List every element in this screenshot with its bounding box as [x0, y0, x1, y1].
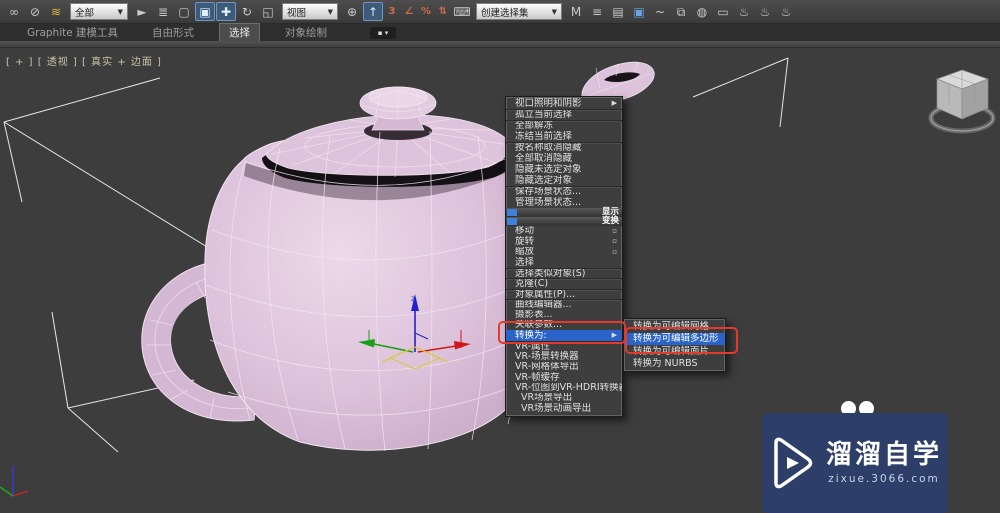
select-and-manipulate-icon[interactable]: ↑	[363, 2, 383, 21]
curve-editor-icon[interactable]: ~	[650, 2, 670, 21]
bind-to-space-warp-icon[interactable]: ≋	[46, 2, 66, 21]
menu-item-unhide-by-name[interactable]: 按名称取消隐藏	[506, 142, 622, 153]
angle-snap-icon[interactable]: ∠	[401, 2, 417, 21]
watermark-title: 溜溜自学	[825, 440, 942, 471]
ribbon-collapsed-strip	[0, 41, 1000, 48]
quad-color-swatch	[507, 209, 517, 216]
menu-item-rotate[interactable]: 旋转 ▫	[506, 236, 622, 246]
world-axis-tripod	[0, 466, 29, 497]
quad-color-swatch	[507, 218, 517, 225]
menu-item-select-similar[interactable]: 选择类似对象(S)	[506, 267, 622, 278]
menu-item-hide-selection[interactable]: 隐藏选定对象	[506, 175, 622, 186]
menu-item-vr-scene-export[interactable]: VR场景导出	[506, 393, 622, 403]
menu-item-clone[interactable]: 克隆(C)	[506, 278, 622, 288]
menu-item-settings-icon: ▫	[612, 247, 617, 256]
viewport-label[interactable]: [ + ] [ 透视 ] [ 真实 + 边面 ]	[6, 53, 162, 68]
menu-item-vr-bitmap-to-hdri-converter[interactable]: VR-位图到VR-HDRI转换器	[506, 383, 622, 393]
spinner-snap-icon[interactable]: ⇅	[435, 2, 451, 21]
gizmo-z-label: z	[411, 294, 415, 303]
menu-item-curve-editor[interactable]: 曲线编辑器...	[506, 299, 622, 309]
menu-item-unhide-all[interactable]: 全部取消隐藏	[506, 153, 622, 164]
watermark: 溜溜自学 zixue.3066.com	[762, 413, 948, 513]
render-setup-icon[interactable]: ◍	[692, 2, 712, 21]
percent-snap-icon[interactable]: %	[418, 2, 434, 21]
schematic-view-icon[interactable]: ⧉	[671, 2, 691, 21]
tab-selection[interactable]: 选择	[219, 23, 261, 42]
submenu-arrow-icon: ▶	[611, 99, 617, 107]
chevron-down-icon: ▼	[551, 7, 557, 16]
menu-item-object-properties[interactable]: 对象属性(P)...	[506, 288, 622, 299]
teapot-body	[204, 133, 528, 451]
menu-item-isolate-selection[interactable]: 孤立当前选择	[506, 109, 622, 120]
menu-item-settings-icon: ▫	[612, 226, 617, 235]
quad-context-menu: 视口照明和阴影 ▶ 孤立当前选择 全部解冻 冻结当前选择 按名称取消隐藏 全部取…	[505, 96, 623, 417]
main-toolbar: ∞ ⊘ ≋ 全部 ▼ ► ≣ ▢ ▣ ✚ ↻ ◱ 视图 ▼ ⊕ ↑ 3 ∠% ⇅ ⌨ 创建选择集 ▼ M ≡…	[0, 0, 1000, 24]
selection-region-icon[interactable]: ▢	[174, 2, 194, 21]
layer-manager-icon[interactable]: ▤	[608, 2, 628, 21]
menu-item-vr-scene-converter[interactable]: VR-场景转换器	[506, 351, 622, 361]
watermark-url: zixue.3066.com	[828, 472, 940, 485]
menu-item-viewport-lighting-shadows[interactable]: 视口照明和阴影 ▶	[506, 98, 622, 109]
selection-brackets	[3, 57, 789, 453]
select-and-scale-icon[interactable]: ◱	[258, 2, 278, 21]
keyboard-override-icon[interactable]: ⌨	[452, 2, 472, 21]
chevron-down-icon: ▼	[117, 7, 123, 16]
teapot-lid	[265, 114, 511, 176]
tab-freeform[interactable]: 自由形式	[143, 24, 203, 41]
menu-item-vr-mesh-export[interactable]: VR-网格体导出	[506, 362, 622, 372]
menu-item-move[interactable]: 移动 ▫	[506, 226, 622, 236]
menu-item-save-scene-state[interactable]: 保存场景状态...	[506, 186, 622, 197]
select-by-name-icon[interactable]: ≣	[153, 2, 173, 21]
ribbon-minimize-button[interactable]: ▪ ▾	[370, 26, 397, 39]
ribbon-tab-bar: Graphite 建模工具 自由形式 选择 对象绘制 ▪ ▾	[0, 23, 1000, 42]
menu-item-settings-icon: ▫	[612, 237, 617, 246]
viewcube[interactable]	[928, 69, 996, 134]
select-and-link-icon[interactable]: ∞	[4, 2, 24, 21]
annotation-box-convert-to	[498, 321, 626, 344]
rendered-frame-window-icon[interactable]: ▭	[713, 2, 733, 21]
teapot-handle	[141, 259, 257, 422]
selection-filter-dropdown[interactable]: 全部 ▼	[70, 3, 128, 20]
menu-item-select[interactable]: 选择	[506, 257, 622, 267]
3dsmax-application: ∞ ⊘ ≋ 全部 ▼ ► ≣ ▢ ▣ ✚ ↻ ◱ 视图 ▼ ⊕ ↑ 3 ∠% ⇅ ⌨ 创建选择集 ▼ M ≡…	[0, 0, 1000, 513]
select-and-rotate-icon[interactable]: ↻	[237, 2, 257, 21]
break-link-icon[interactable]: ⊘	[25, 2, 45, 21]
menu-item-unfreeze-all[interactable]: 全部解冻	[506, 120, 622, 131]
menu-item-hide-unselected[interactable]: 隐藏未选定对象	[506, 164, 622, 175]
teapot-handle-hole	[171, 290, 256, 395]
move-gizmo[interactable]: z	[358, 294, 471, 370]
named-selection-set-dropdown[interactable]: 创建选择集 ▼	[476, 3, 562, 20]
teapot-lid-knob	[359, 86, 437, 120]
snap-toggle-3d-icon[interactable]: 3	[384, 2, 400, 21]
quad-header-transform[interactable]: 变换	[506, 217, 622, 226]
menu-item-vr-frame-buffer[interactable]: VR-帧缓存	[506, 372, 622, 382]
tab-object-paint[interactable]: 对象绘制	[276, 24, 336, 41]
menu-item-dope-sheet[interactable]: 摄影表...	[506, 310, 622, 320]
select-object-icon[interactable]: ►	[132, 2, 152, 21]
render-iterative-icon[interactable]: ♨	[755, 2, 775, 21]
scene-explorer-icon[interactable]: ▣	[629, 2, 649, 21]
menu-item-scale[interactable]: 缩放 ▫	[506, 247, 622, 257]
align-icon[interactable]: ≡	[587, 2, 607, 21]
menu-item-vr-scene-anim-export[interactable]: VR场景动画导出	[506, 403, 622, 413]
play-logo-icon	[774, 437, 813, 489]
render-production-icon[interactable]: ♨	[734, 2, 754, 21]
tab-graphite-modeling[interactable]: Graphite 建模工具	[18, 24, 127, 41]
annotation-box-editable-poly	[625, 327, 738, 354]
select-and-move-icon[interactable]: ✚	[216, 2, 236, 21]
mirror-icon[interactable]: M	[566, 2, 586, 21]
window-crossing-toggle-icon[interactable]: ▣	[195, 2, 215, 21]
use-pivot-center-icon[interactable]: ⊕	[342, 2, 362, 21]
submenu-item-convert-to-nurbs[interactable]: 转换为 NURBS	[624, 358, 725, 371]
chevron-down-icon: ▼	[327, 7, 333, 16]
menu-item-freeze-selection[interactable]: 冻结当前选择	[506, 131, 622, 142]
reference-coordinate-dropdown[interactable]: 视图 ▼	[282, 3, 338, 20]
quick-render-icon[interactable]: ♨	[776, 2, 796, 21]
